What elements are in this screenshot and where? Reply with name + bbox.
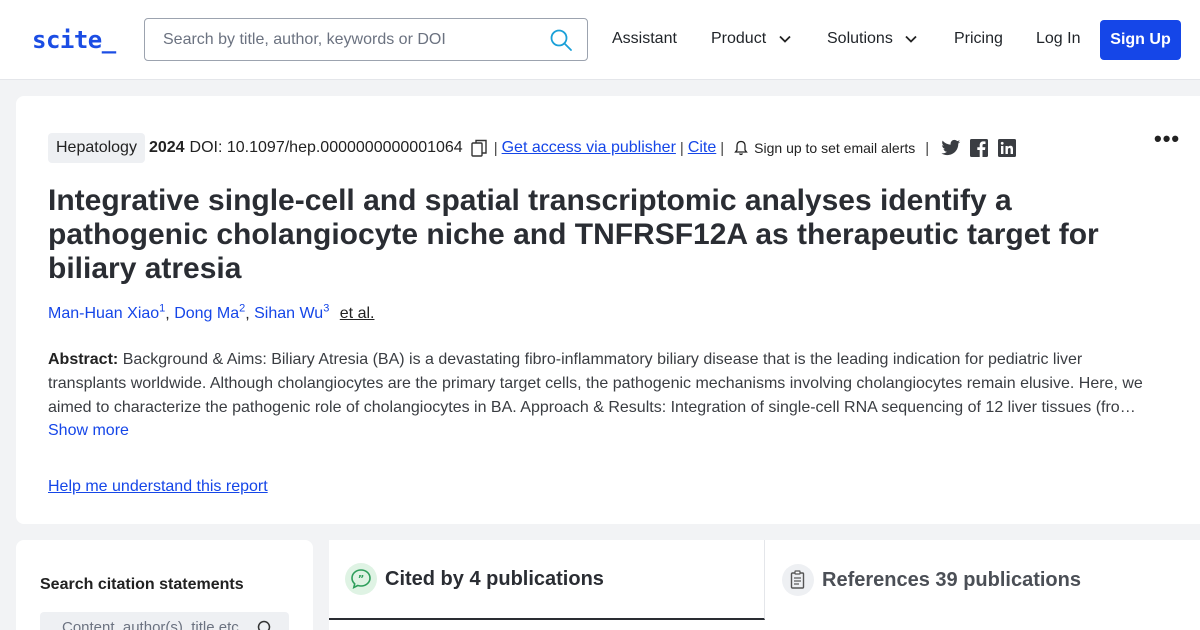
et-al-link[interactable]: et al. (340, 305, 375, 322)
tab-cited-label: Cited by 4 publications (385, 567, 604, 590)
search-icon[interactable] (549, 28, 573, 52)
citation-tabs: ” Cited by 4 publications References 39 … (329, 540, 1200, 630)
paper-title: Integrative single-cell and spatial tran… (48, 184, 1099, 285)
signup-button[interactable]: Sign Up (1100, 20, 1181, 60)
citation-search-input[interactable] (40, 612, 250, 630)
separator: | (720, 139, 725, 157)
tab-cited-by[interactable]: ” Cited by 4 publications (329, 540, 765, 620)
abstract-text: Background & Aims: Biliary Atresia (BA) … (48, 351, 1143, 416)
author-link[interactable]: Man-Huan Xiao1 (48, 303, 166, 323)
copy-icon[interactable] (470, 139, 487, 157)
chevron-down-icon (905, 35, 917, 43)
nav-product-label: Product (711, 30, 767, 47)
author-link[interactable]: Dong Ma2 (174, 303, 246, 323)
citation-search-box (40, 612, 289, 630)
quote-bubble-icon: ” (345, 563, 377, 595)
twitter-icon[interactable] (941, 139, 961, 157)
author-list: Man-Huan Xiao1, Dong Ma2, Sihan Wu3 et a… (48, 303, 375, 323)
sidebar-title: Search citation statements (40, 576, 244, 593)
help-understand-link[interactable]: Help me understand this report (48, 478, 268, 496)
doi-text: DOI: 10.1097/hep.0000000000001064 (189, 139, 463, 156)
separator: | (925, 139, 930, 157)
cite-link[interactable]: Cite (688, 139, 716, 157)
author-name: Dong Ma (174, 305, 240, 323)
nav-assistant[interactable]: Assistant (612, 30, 677, 48)
abstract-label: Abstract: (48, 351, 119, 368)
tab-references-label: References 39 publications (822, 568, 1081, 591)
top-nav: scite_ Assistant Product Solutions Prici… (0, 0, 1200, 80)
bell-icon (734, 140, 748, 156)
document-icon (782, 564, 814, 596)
abstract: Abstract: Background & Aims: Biliary Atr… (48, 348, 1158, 420)
scite-logo[interactable]: scite_ (32, 26, 116, 54)
facebook-icon[interactable] (969, 139, 989, 157)
paper-card: Hepatology 2024 DOI: 10.1097/hep.0000000… (16, 96, 1200, 524)
author-affiliation: 2 (239, 303, 246, 315)
author-affiliation: 3 (323, 303, 330, 315)
svg-text:”: ” (358, 574, 365, 585)
separator: | (679, 139, 684, 157)
tab-references[interactable]: References 39 publications (766, 540, 1200, 620)
nav-login[interactable]: Log In (1036, 30, 1080, 48)
nav-solutions[interactable]: Solutions (827, 30, 917, 48)
paper-meta: Hepatology 2024 DOI: 10.1097/hep.0000000… (48, 132, 1017, 164)
citation-sidebar: Search citation statements (16, 540, 313, 630)
email-alert-button[interactable]: Sign up to set email alerts (734, 140, 915, 156)
search-icon[interactable] (257, 620, 273, 630)
author-affiliation: 1 (159, 303, 166, 315)
journal-badge[interactable]: Hepatology (48, 133, 145, 163)
author-name: Man-Huan Xiao (48, 305, 160, 323)
publication-year: 2024 (148, 139, 185, 156)
email-alert-label: Sign up to set email alerts (754, 140, 916, 156)
nav-solutions-label: Solutions (827, 30, 893, 47)
linkedin-icon[interactable] (997, 139, 1017, 157)
nav-pricing[interactable]: Pricing (954, 30, 1003, 48)
show-more-link[interactable]: Show more (48, 422, 129, 440)
author-name: Sihan Wu (254, 305, 324, 323)
nav-product[interactable]: Product (711, 30, 791, 48)
access-link[interactable]: Get access via publisher (502, 139, 676, 157)
search-input[interactable] (145, 19, 535, 60)
separator: | (493, 139, 498, 157)
chevron-down-icon (778, 35, 791, 43)
search-box (144, 18, 588, 61)
author-link[interactable]: Sihan Wu3 (254, 303, 330, 323)
more-options-icon[interactable]: ••• (1154, 126, 1180, 152)
